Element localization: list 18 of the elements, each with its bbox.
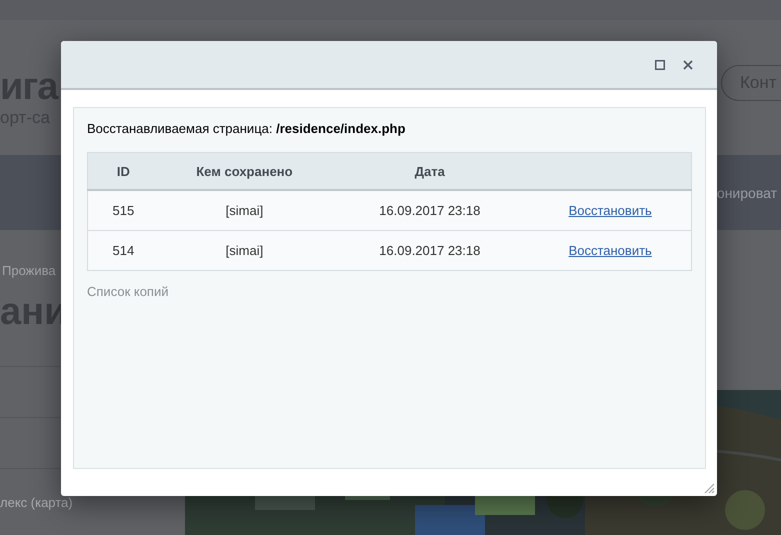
table-cell: 16.09.2017 23:18 xyxy=(330,190,530,230)
resize-grip-icon[interactable] xyxy=(704,483,715,494)
restore-link[interactable]: Восстановить xyxy=(568,203,652,218)
column-header: Дата xyxy=(330,152,530,190)
close-icon[interactable] xyxy=(683,60,693,70)
table-cell: 515 xyxy=(88,190,159,230)
table-cell: [simai] xyxy=(158,190,330,230)
column-header: ID xyxy=(88,152,159,190)
copies-list-label: Список копий xyxy=(87,284,168,299)
maximize-icon[interactable] xyxy=(655,60,665,70)
restore-link[interactable]: Восстановить xyxy=(568,243,652,258)
column-header: Кем сохранено xyxy=(158,152,330,190)
menu-item[interactable]: лекс (карта) xyxy=(0,495,185,510)
table-cell: 16.09.2017 23:18 xyxy=(330,230,530,270)
table-cell: 514 xyxy=(88,230,159,270)
nav-link[interactable]: онироват xyxy=(716,184,777,200)
restored-page-label: Восстанавливаемая страница: /residence/index.php xyxy=(87,121,406,137)
table-cell: [simai] xyxy=(158,230,330,270)
